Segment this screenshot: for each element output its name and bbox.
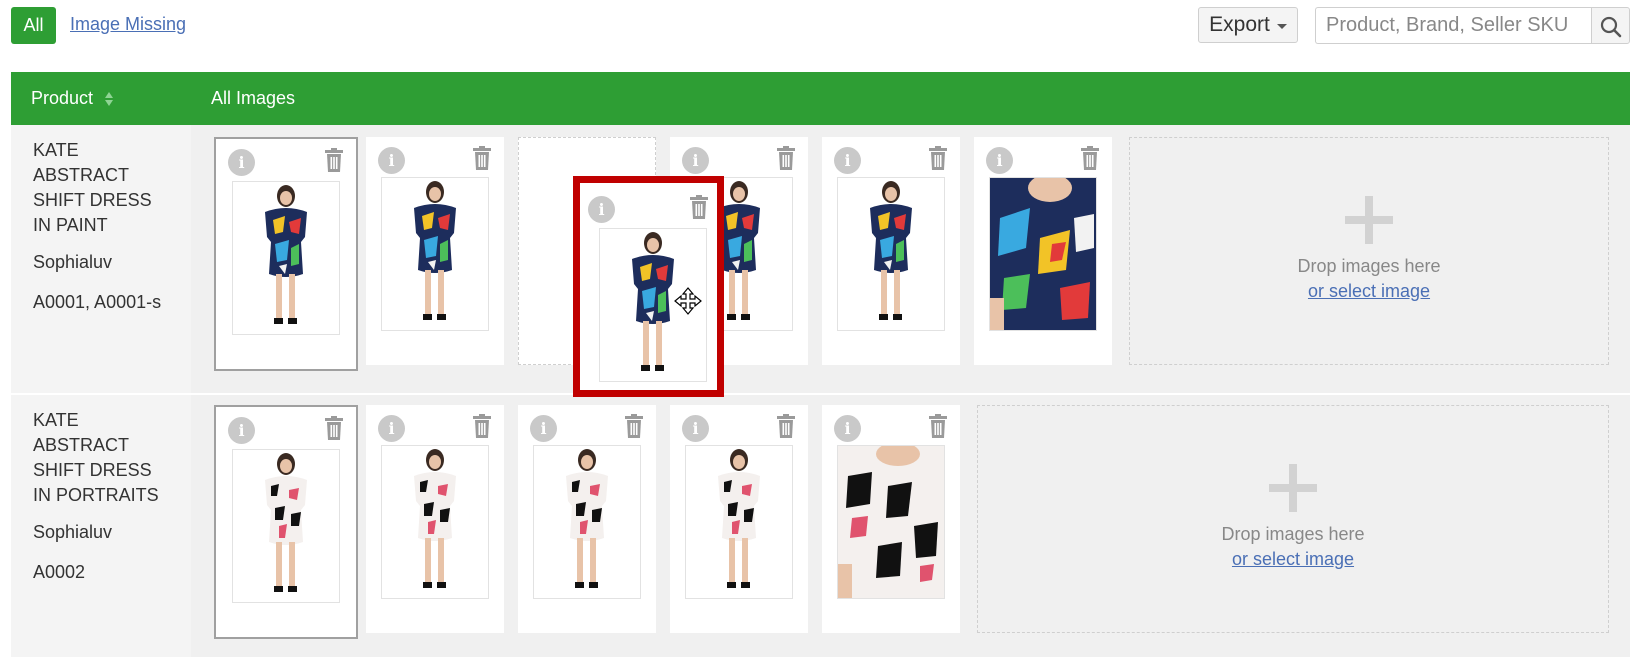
- product-brand: Sophialuv: [33, 252, 113, 272]
- product-sku: A0001, A0001-s: [33, 292, 162, 312]
- product-thumbnail: [685, 445, 793, 599]
- product-thumbnail: [381, 445, 489, 599]
- info-icon[interactable]: i: [588, 196, 615, 223]
- product-thumbnail: [533, 445, 641, 599]
- filter-all-button[interactable]: All: [11, 7, 56, 44]
- trash-icon[interactable]: [928, 414, 948, 439]
- info-icon[interactable]: i: [378, 147, 405, 174]
- table-row: KATE ABSTRACT SHIFT DRESS IN PORTRAITS S…: [11, 395, 1630, 657]
- product-brand: Sophialuv: [33, 522, 113, 542]
- info-icon[interactable]: i: [228, 417, 255, 444]
- trash-icon[interactable]: [624, 414, 644, 439]
- plus-icon: [1345, 196, 1393, 244]
- trash-icon[interactable]: [1080, 146, 1100, 171]
- product-sku: A0002: [33, 562, 86, 582]
- product-name: KATE ABSTRACT SHIFT DRESS IN PAINT: [33, 140, 152, 235]
- product-thumbnail: [232, 181, 340, 335]
- trash-icon[interactable]: [324, 148, 344, 173]
- export-button[interactable]: Export: [1198, 7, 1298, 43]
- info-icon[interactable]: i: [682, 147, 709, 174]
- column-header-all-images: All Images: [211, 88, 296, 108]
- product-thumbnail: [232, 449, 340, 603]
- trash-icon[interactable]: [472, 414, 492, 439]
- info-icon[interactable]: i: [834, 415, 861, 442]
- image-card-primary[interactable]: i: [214, 405, 358, 639]
- image-card[interactable]: i: [670, 405, 808, 633]
- move-cursor-icon: [674, 287, 702, 315]
- image-dropzone[interactable]: Drop images here or select image: [1129, 137, 1609, 365]
- image-card[interactable]: i: [974, 137, 1112, 365]
- info-icon[interactable]: i: [530, 415, 557, 442]
- table-row: KATE ABSTRACT SHIFT DRESS IN PAINT Sophi…: [11, 125, 1630, 393]
- info-icon[interactable]: i: [378, 415, 405, 442]
- column-product-label: Product: [31, 88, 94, 108]
- info-icon[interactable]: i: [986, 147, 1013, 174]
- export-label: Export: [1209, 13, 1270, 36]
- images-cell: i i i i i Drop images here or select ima…: [191, 395, 1630, 657]
- image-dropzone[interactable]: Drop images here or select image: [977, 405, 1609, 633]
- product-thumbnail: [381, 177, 489, 331]
- product-cell: KATE ABSTRACT SHIFT DRESS IN PORTRAITS S…: [11, 395, 191, 657]
- image-card[interactable]: i: [366, 137, 504, 365]
- drop-images-text: Drop images here: [1221, 524, 1365, 544]
- trash-icon[interactable]: [689, 195, 709, 220]
- select-image-link[interactable]: or select image: [978, 549, 1608, 570]
- trash-icon[interactable]: [776, 414, 796, 439]
- sort-icon[interactable]: [105, 91, 114, 106]
- product-cell: KATE ABSTRACT SHIFT DRESS IN PAINT Sophi…: [11, 125, 191, 393]
- product-thumbnail: [837, 177, 945, 331]
- image-card[interactable]: i: [822, 405, 960, 633]
- image-card[interactable]: i: [822, 137, 960, 365]
- caret-down-icon: [1276, 24, 1287, 29]
- table-header: Product All Images: [11, 72, 1630, 125]
- plus-icon: [1269, 464, 1317, 512]
- product-thumbnail-detail: [989, 177, 1097, 331]
- select-image-link[interactable]: or select image: [1130, 281, 1608, 302]
- info-icon[interactable]: i: [834, 147, 861, 174]
- column-header-product[interactable]: Product: [31, 88, 114, 109]
- filter-image-missing-link[interactable]: Image Missing: [70, 14, 186, 35]
- drop-images-text: Drop images here: [1297, 256, 1441, 276]
- trash-icon[interactable]: [928, 146, 948, 171]
- trash-icon[interactable]: [472, 146, 492, 171]
- product-thumbnail-detail: [837, 445, 945, 599]
- trash-icon[interactable]: [324, 416, 344, 441]
- product-name: KATE ABSTRACT SHIFT DRESS IN PORTRAITS: [33, 410, 159, 505]
- image-card[interactable]: i: [366, 405, 504, 633]
- image-card-primary[interactable]: i: [214, 137, 358, 371]
- search-input[interactable]: [1315, 7, 1591, 44]
- search-button[interactable]: [1591, 7, 1630, 44]
- image-card[interactable]: i: [518, 405, 656, 633]
- trash-icon[interactable]: [776, 146, 796, 171]
- info-icon[interactable]: i: [682, 415, 709, 442]
- search-icon: [1600, 16, 1622, 38]
- info-icon[interactable]: i: [228, 149, 255, 176]
- images-cell: i i i i i Drop images here or select ima…: [191, 125, 1630, 393]
